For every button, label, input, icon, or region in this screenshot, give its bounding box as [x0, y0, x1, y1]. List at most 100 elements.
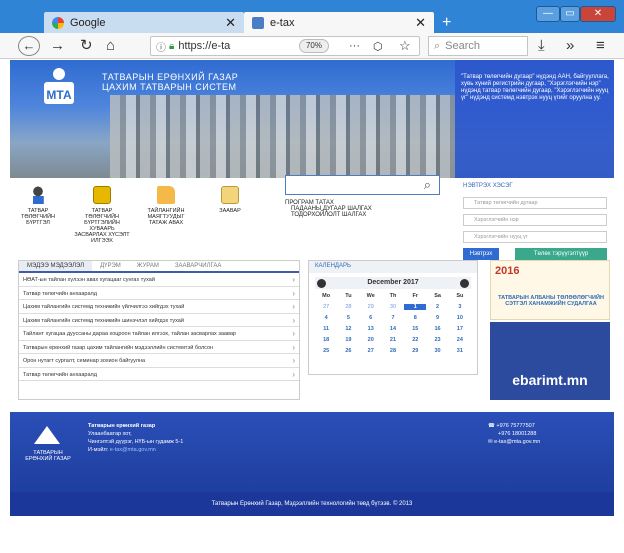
username-field[interactable]: Хэрэглэгчийн нэр — [463, 214, 607, 226]
calendar-day[interactable]: 5 — [337, 315, 359, 321]
weekday-label: Tu — [345, 293, 352, 299]
reload-icon[interactable]: ↻ — [80, 37, 93, 55]
calendar-day[interactable]: 26 — [337, 348, 359, 354]
ebarimt-banner[interactable]: ebarimt.mn — [490, 322, 610, 400]
calendar-day[interactable]: 22 — [404, 337, 426, 343]
close-tab-icon[interactable]: ✕ — [415, 15, 426, 31]
survey-year: 2016 — [495, 265, 520, 277]
lock-icon: 🔒︎ — [169, 40, 175, 52]
quick-link-forms[interactable]: ТАЙЛАНГИЙН МАЯГТУУДЫГ ТАТАЖ АВАХ — [138, 186, 194, 226]
calendar-day[interactable]: 17 — [449, 326, 471, 332]
new-tab-icon[interactable]: + — [442, 14, 451, 32]
bookmark-star-icon[interactable]: ☆ — [399, 38, 411, 54]
news-item[interactable]: Татвар төлөгчийн анхааралд — [19, 368, 299, 381]
quick-link-guide[interactable]: ЗААВАР — [202, 186, 258, 214]
calendar-day[interactable]: 21 — [382, 337, 404, 343]
weekday-label: Sa — [434, 293, 441, 299]
home-icon[interactable]: ⌂ — [106, 37, 115, 55]
tab-regulations[interactable]: ЖУРАМ — [129, 261, 167, 271]
close-tab-icon[interactable]: ✕ — [225, 15, 236, 31]
footer-email[interactable]: e-tax@mta.gov.mn — [110, 447, 156, 453]
search-icon[interactable]: ⌕ — [424, 177, 431, 193]
calendar-day[interactable]: 15 — [404, 326, 426, 332]
calendar-day[interactable]: 4 — [315, 315, 337, 321]
calendar-day[interactable]: 9 — [426, 315, 448, 321]
menu-icon[interactable]: ≡ — [596, 37, 605, 55]
calendar-day[interactable]: 20 — [360, 337, 382, 343]
calendar-day[interactable]: 18 — [315, 337, 337, 343]
minimize-icon[interactable]: — — [536, 6, 560, 22]
tab-rules[interactable]: ДҮРЭМ — [92, 261, 129, 271]
quick-link-registration[interactable]: ТАТВАР ТӨЛӨГЧИЙН БҮРТГЭЛ — [10, 186, 66, 226]
prev-month-icon[interactable] — [317, 278, 326, 288]
calendar-day[interactable]: 27 — [315, 304, 337, 310]
news-item[interactable]: Цахим тайлангийн системд техникийн үйлчи… — [19, 300, 299, 314]
news-panel: МЭДЭЭ МЭДЭЭЛЭЛ ДҮРЭМ ЖУРАМ ЗААВАРЧИЛГАА … — [18, 260, 300, 400]
calendar-day[interactable]: 7 — [382, 315, 404, 321]
calendar-day[interactable]: 19 — [337, 337, 359, 343]
search-input[interactable]: ⌕ Search — [428, 36, 528, 56]
tab-etax[interactable]: e-tax ✕ — [244, 12, 434, 33]
calendar-widget: КАЛЕНДАРЬ December 2017 Mo Tu We Th Fr Sa Su 27… — [308, 260, 478, 375]
calendar-day[interactable]: 24 — [449, 337, 471, 343]
site-title: ТАТВАРЫН ЕРӨНХИЙ ГАЗАР ЦАХИМ ТАТВАРЫН СИ… — [102, 72, 238, 92]
link-certificate-check[interactable]: ТОДОРХОЙЛОЛТ ШАЛГАХ — [285, 212, 372, 218]
window-close-icon[interactable]: ✕ — [580, 6, 616, 22]
download-icon[interactable]: ⤓ — [538, 37, 545, 55]
calendar-day[interactable]: 8 — [404, 315, 426, 321]
news-item[interactable]: Орон нутагт сургалт, семинар зохион байг… — [19, 354, 299, 368]
quick-link-schedule[interactable]: ТАТВАР ТӨЛӨГЧИЙН БҮРТГЭЛИЙН ХУВААРЬ ЗАСВ… — [74, 186, 130, 244]
register-button[interactable]: Төлөх тэрүүгэлтүүр — [515, 248, 607, 260]
calendar-day[interactable]: 10 — [449, 315, 471, 321]
footer-logo-icon — [34, 426, 60, 444]
ads-column: 2016 ТАТВАРЫН АЛБАНЫ ТӨЛӨӨЛӨГЧИЙН СЭТГЭЛ… — [490, 260, 610, 400]
calendar-day[interactable]: 6 — [360, 315, 382, 321]
calendar-day[interactable]: 13 — [360, 326, 382, 332]
calendar-day[interactable]: 12 — [337, 326, 359, 332]
zoom-indicator[interactable]: 70% — [299, 39, 329, 53]
calendar-day[interactable]: 2 — [426, 304, 448, 310]
calendar-day[interactable]: 25 — [315, 348, 337, 354]
google-icon — [52, 16, 64, 29]
title-line1: ТАТВАРЫН ЕРӨНХИЙ ГАЗАР — [102, 72, 239, 82]
news-item[interactable]: НӨАТ-ын тайлан хүлээн авах хугацааг сунг… — [19, 273, 299, 287]
calendar-day[interactable]: 27 — [360, 348, 382, 354]
calendar-day[interactable]: 29 — [360, 304, 382, 310]
back-icon[interactable]: ← — [18, 36, 40, 56]
calendar-day[interactable]: 30 — [426, 348, 448, 354]
news-item[interactable]: Цахим тайлангийн системд техникийн шинэч… — [19, 314, 299, 327]
news-item[interactable]: Татвар төлөгчийн анхааралд — [19, 287, 299, 300]
calendar-day[interactable]: 16 — [426, 326, 448, 332]
calendar-day[interactable]: 23 — [426, 337, 448, 343]
maximize-icon[interactable]: ▭ — [560, 6, 580, 22]
overflow-icon[interactable]: » — [566, 37, 574, 55]
calendar-day[interactable]: 29 — [404, 348, 426, 354]
calendar-day[interactable]: 31 — [449, 348, 471, 354]
news-item[interactable]: Татварын ерөнхий газар цахим тайлангийн … — [19, 341, 299, 354]
tab-instructions[interactable]: ЗААВАРЧИЛГАА — [167, 261, 230, 271]
contact-email[interactable]: e-tax@mta.gov.mn — [494, 439, 540, 445]
address-bar[interactable]: ⓘ 🔒︎ https://e-ta 70% ··· ⬡ ☆ — [150, 36, 420, 56]
login-title: НЭВТРЭХ ХЭСЭГ — [463, 183, 513, 189]
calendar-day[interactable]: 30 — [382, 304, 404, 310]
calendar-day[interactable]: 28 — [337, 304, 359, 310]
pocket-icon[interactable]: ⬡ — [373, 40, 383, 53]
calendar-day[interactable]: 3 — [449, 304, 471, 310]
forward-icon[interactable]: → — [50, 37, 65, 55]
footer-logo-caption: ТАТВАРЫН ЕРӨНХИЙ ГАЗАР — [25, 450, 71, 462]
site-search-input[interactable]: ⌕ — [285, 175, 440, 195]
password-field[interactable]: Хэрэглэгчийн нууц үг — [463, 231, 607, 243]
page-actions-icon[interactable]: ··· — [349, 40, 360, 52]
calendar-day[interactable]: 1 — [404, 304, 427, 310]
tin-field[interactable]: Татвар төлөгчийн дугаар — [463, 197, 607, 209]
news-item[interactable]: Тайлант хугацаа дууссаны дараа хоцроон т… — [19, 327, 299, 341]
phone-line: ☎ +976 75777507 — [488, 422, 540, 430]
calendar-day[interactable]: 14 — [382, 326, 404, 332]
calendar-day[interactable]: 11 — [315, 326, 337, 332]
next-month-icon[interactable] — [460, 278, 469, 288]
login-button[interactable]: Нэвтрэх — [463, 248, 499, 260]
tab-google[interactable]: Google ✕ — [44, 12, 244, 33]
tab-news[interactable]: МЭДЭЭ МЭДЭЭЛЭЛ — [19, 261, 93, 271]
survey-banner[interactable]: 2016 ТАТВАРЫН АЛБАНЫ ТӨЛӨӨЛӨГЧИЙН СЭТГЭЛ… — [490, 260, 610, 320]
calendar-day[interactable]: 28 — [382, 348, 404, 354]
